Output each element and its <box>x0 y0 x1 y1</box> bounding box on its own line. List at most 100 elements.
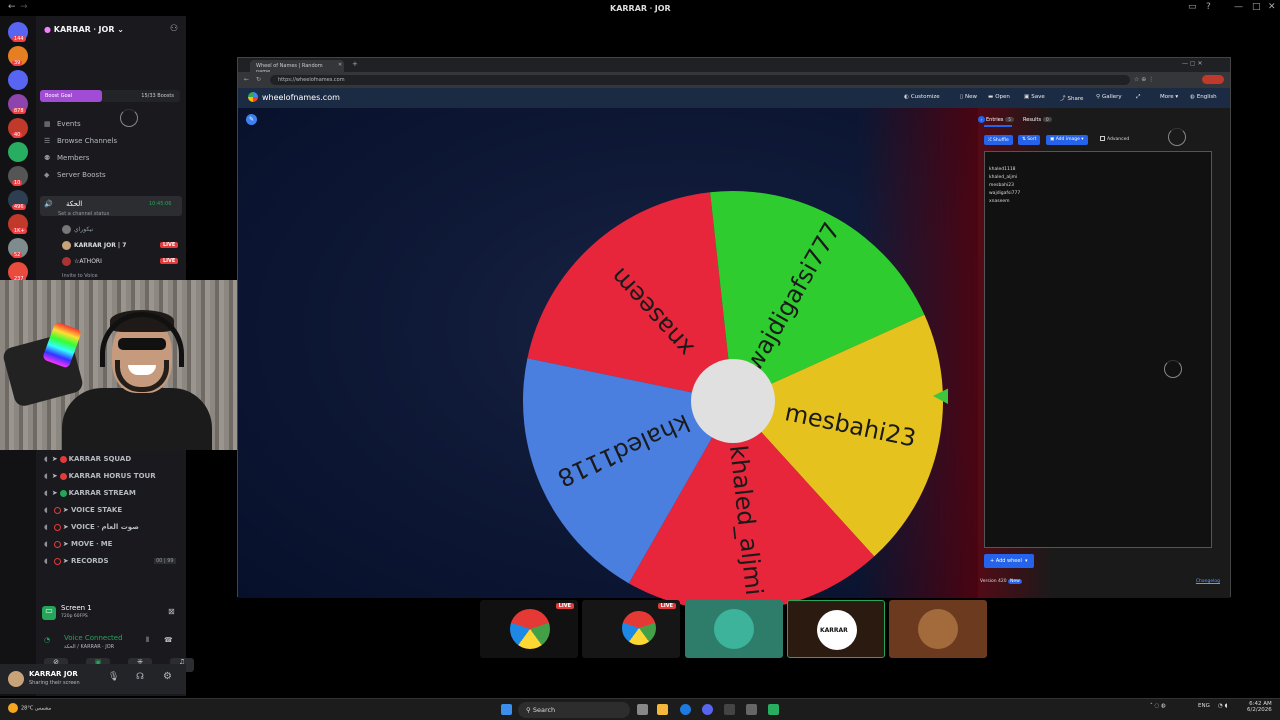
close-tab-icon[interactable]: ✕ <box>338 62 342 68</box>
menu-more[interactable]: More ▾ <box>1160 94 1178 100</box>
menu-open[interactable]: ▬ Open <box>988 94 1010 100</box>
add-image-button[interactable]: ▣ Add image ▾ <box>1046 135 1088 145</box>
back-icon[interactable]: ← <box>8 2 16 12</box>
avatar <box>62 257 71 266</box>
voice-status[interactable]: Voice Connected <box>64 634 123 642</box>
help-icon[interactable]: ? <box>1206 2 1211 12</box>
server-icon[interactable] <box>8 70 28 90</box>
app-icon[interactable] <box>724 704 735 715</box>
wheel-center[interactable] <box>691 359 775 443</box>
changelog-link[interactable]: Changelog <box>1196 579 1220 584</box>
maximize-icon[interactable]: □ <box>1252 2 1261 12</box>
boost-goal-bar[interactable]: Boost Goal 15/33 Boosts <box>40 90 180 102</box>
wheel-logo-icon <box>248 92 258 102</box>
site-name[interactable]: wheelofnames.com <box>262 93 340 102</box>
checkbox-label: Advanced <box>1107 137 1130 142</box>
wheel-canvas[interactable]: ✎ xnaseem wajdigafsi777 mesbahi23 khaled_al… <box>238 108 978 611</box>
task-view-icon[interactable] <box>637 704 648 715</box>
add-member-icon[interactable]: ⚇ <box>170 24 178 34</box>
server-icon[interactable] <box>8 142 28 162</box>
advanced-checkbox[interactable]: Advanced <box>1100 136 1129 142</box>
forward-icon[interactable]: → <box>20 2 28 12</box>
screen-share-panel: ▭ Screen 1 720p 60FPS ⊠ <box>40 604 184 630</box>
clock-date: 6/2/2026 <box>1247 707 1272 713</box>
reload-icon[interactable]: ↻ <box>256 76 261 83</box>
voice-user[interactable]: ☆ATHORI <box>62 257 102 266</box>
participant-tile[interactable] <box>889 600 987 658</box>
window-controls[interactable]: — ▢ ✕ <box>1182 60 1203 67</box>
headphones-icon[interactable]: ☊ <box>136 672 144 682</box>
language-indicator[interactable]: ENG <box>1198 703 1210 709</box>
voice-channel[interactable]: ◖ ➤ KARRAR SQUAD <box>44 455 131 463</box>
disconnect-icon[interactable]: ☎ <box>164 636 173 644</box>
edit-icon[interactable]: ✎ <box>246 114 257 125</box>
screen-share-stream[interactable]: Wheel of Names | Random name ✕ + — ▢ ✕ ←… <box>237 57 1231 611</box>
noise-suppression-icon[interactable]: ⫴ <box>146 636 149 645</box>
settings-app-icon[interactable] <box>746 704 757 715</box>
voice-channel[interactable]: ◖ ➤ VOICE ⸱ صوت العام <box>44 523 139 532</box>
edge-icon[interactable] <box>680 704 691 715</box>
voice-channel[interactable]: ◖ ➤ RECORDS <box>44 557 109 565</box>
person-body <box>62 388 212 450</box>
stream-tile[interactable]: LIVE <box>582 600 680 658</box>
shuffle-button[interactable]: ⤮ Shuffle <box>984 135 1013 145</box>
profile-button[interactable] <box>1202 75 1224 84</box>
browser-tab[interactable]: Wheel of Names | Random name <box>250 60 344 75</box>
file-explorer-icon[interactable] <box>657 704 668 715</box>
stream-tile[interactable]: LIVE <box>480 600 578 658</box>
voice-channel[interactable]: ◖ ➤ KARRAR HORUS TOUR <box>44 472 156 480</box>
avatar[interactable] <box>8 671 24 687</box>
menu-save[interactable]: ▣ Save <box>1024 94 1045 100</box>
menu-customize[interactable]: ◐ Customize <box>904 94 940 100</box>
sort-button[interactable]: ⇅ Sort <box>1018 135 1041 145</box>
windows-start-icon[interactable] <box>501 704 512 715</box>
tab-entries[interactable]: Entries 5 <box>986 117 1014 123</box>
participant-tile[interactable] <box>685 600 783 658</box>
menu-share[interactable]: ⤴ Share <box>1060 94 1083 102</box>
app-icon[interactable] <box>768 704 779 715</box>
guild-header[interactable]: ● KARRAR ⸱ JOR ⌄ <box>44 24 124 35</box>
menu-gallery[interactable]: ⚲ Gallery <box>1096 94 1122 100</box>
tab-results[interactable]: Results 0 <box>1023 117 1052 123</box>
clock[interactable]: 6:42 AM 6/2/2026 <box>1247 701 1272 713</box>
nav-browse-channels[interactable]: ☰ Browse Channels <box>44 137 117 145</box>
weather-widget[interactable]: 28°C مشمس <box>8 703 51 713</box>
nav-server-boosts[interactable]: ◆ Server Boosts <box>44 171 106 179</box>
participant-tile[interactable]: KARRAR <box>787 600 885 658</box>
entries-textarea[interactable]: khaled1118 khaled_aljmi mesbahi23 wajdig… <box>984 151 1212 548</box>
stop-share-icon[interactable]: ⊠ <box>168 607 175 616</box>
voice-channel-path[interactable]: الحكة / KARRAR ⸱ JOR <box>64 644 114 650</box>
menu-new[interactable]: ▯ New <box>960 94 977 100</box>
settings-icon[interactable]: ⚙ <box>163 671 172 682</box>
nav-events[interactable]: ▦ Events <box>44 120 81 128</box>
wheel-thumbnail <box>510 609 550 649</box>
url-input[interactable]: https://wheelofnames.com <box>270 75 1130 85</box>
voice-channel[interactable]: ◖ ➤ VOICE STAKE <box>44 506 122 514</box>
nav-members[interactable]: ⚉ Members <box>44 154 89 162</box>
voice-channel[interactable]: ◖ ➤ KARRAR STREAM <box>44 489 136 497</box>
channel-status[interactable]: Set a channel status <box>58 211 109 217</box>
voice-user-name: KARRAR JOR | 7 <box>74 242 127 249</box>
tray-icons[interactable]: ˄ ◌ ◍ <box>1150 703 1166 709</box>
mic-icon[interactable]: 🎙 <box>108 672 119 682</box>
voice-user[interactable]: KARRAR JOR | 7 <box>62 241 126 250</box>
collapse-icon[interactable]: › <box>978 116 985 123</box>
voice-channel[interactable]: ◖ ➤ MOVE ⸱ ME <box>44 540 112 549</box>
discord-icon[interactable] <box>702 704 713 715</box>
taskbar-search[interactable]: ⚲ Search <box>518 702 630 718</box>
invite-to-voice[interactable]: Invite to Voice <box>62 273 98 279</box>
close-icon[interactable]: ✕ <box>1268 2 1276 12</box>
fullscreen-icon[interactable]: ⤢ <box>1136 94 1140 101</box>
extensions-icon[interactable]: ☆ ⊕ ⋮ <box>1134 76 1154 83</box>
voice-user[interactable]: نيكوراي <box>62 225 93 234</box>
back-icon[interactable]: ← <box>244 76 249 83</box>
network-volume-icons[interactable]: ◔ ◖ <box>1218 703 1227 709</box>
add-wheel-button[interactable]: + Add wheel ▾ <box>984 554 1034 568</box>
new-tab-icon[interactable]: + <box>352 60 358 68</box>
inbox-icon[interactable]: ▭ <box>1188 2 1197 12</box>
minimize-icon[interactable]: — <box>1234 2 1243 12</box>
guild-name: KARRAR ⸱ JOR <box>53 25 115 34</box>
signal-icon[interactable]: ◔ <box>44 636 50 644</box>
menu-language[interactable]: ◍ English <box>1190 94 1217 100</box>
wheel[interactable]: xnaseem wajdigafsi777mesbahi23khaled_aljm… <box>518 186 948 616</box>
